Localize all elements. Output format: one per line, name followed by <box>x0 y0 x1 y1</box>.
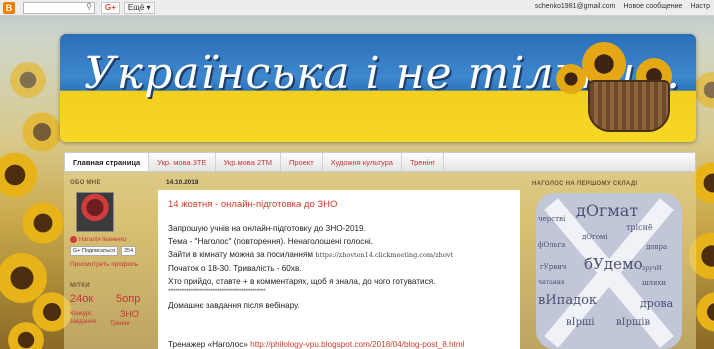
cloud-word: гУрвич <box>540 263 567 271</box>
cloud-word: вИпадок <box>538 293 598 308</box>
tab-project[interactable]: Проект <box>281 153 323 171</box>
tag-link[interactable]: Конкурс <box>70 311 92 317</box>
word-cloud-image: дОгмат черстві тріснё бУдемо фОльга гУрв… <box>536 193 682 349</box>
tab-training[interactable]: Тренінг <box>402 153 445 171</box>
post-line: Початок о 18-30. Тривалість - 60хв. <box>168 264 302 273</box>
tab-ukr-3te[interactable]: Укр. мова 3ТЕ <box>149 153 216 171</box>
cloud-word: дрова <box>640 297 674 310</box>
post-line: Домашнє завдання після вебінару. <box>168 301 300 310</box>
profile-icon <box>70 236 77 243</box>
divider-stars: ****************************************… <box>168 289 266 295</box>
post-line: Зайти в кімнату можна за посиланням http… <box>168 248 513 262</box>
settings-link[interactable]: Настр <box>690 3 710 10</box>
cloud-word: дОгмат <box>576 201 639 220</box>
follow-row: G+ Подписаться 254 <box>70 246 150 256</box>
cloud-word: черстві <box>538 215 566 223</box>
post-body: Запрошую учнів на онлайн-підготовку до З… <box>168 222 513 349</box>
left-sidebar: ОБО МНЕ Наталія Іваненко G+ Подписаться … <box>70 180 150 349</box>
cloud-word: зручИ <box>642 265 662 272</box>
meeting-link[interactable]: https://zhovten14.clickmeeting.com/zhovt <box>315 251 453 259</box>
cloud-word: вІршів <box>616 317 651 328</box>
tag-link[interactable]: завдання <box>70 319 96 325</box>
cloud-word: читання <box>538 279 565 286</box>
tag-link[interactable]: ЗНО <box>120 309 139 319</box>
cloud-word: тріснё <box>626 223 653 232</box>
post-date: 14.10.2018 <box>166 179 199 186</box>
follow-button[interactable]: G+ Подписаться <box>70 246 118 256</box>
blogger-navbar: B ⚲ G+ Ещё ▾ schenko1981@gmail.com Новое… <box>0 0 714 16</box>
search-input[interactable]: ⚲ <box>23 1 95 14</box>
blog-header: Українська і не тільки... <box>60 34 696 142</box>
avatar[interactable] <box>76 192 114 232</box>
cloud-word: шляхи <box>642 279 666 287</box>
tab-home[interactable]: Главная страница <box>65 153 150 171</box>
post-text: Зайти в кімнату можна за посиланням <box>168 250 314 259</box>
tag-link[interactable]: 5опр <box>116 293 140 305</box>
basket-image <box>588 80 670 132</box>
cloud-word: вІрші <box>566 317 595 328</box>
cloud-word: бУдемо <box>584 255 643 273</box>
post-line: Запрошую учнів на онлайн-підготовку до З… <box>168 224 366 233</box>
cloud-word: фОльга <box>538 241 566 249</box>
author-row: Наталія Іваненко <box>70 236 150 243</box>
post-line: Тренажер «Наголос» http://philology-vpu.… <box>168 338 513 349</box>
navbar-right: schenko1981@gmail.com Новое сообщение На… <box>535 3 710 10</box>
search-icon[interactable]: ⚲ <box>86 2 92 11</box>
tag-cloud: 24ок 5опр ЗНО Конкурс завдання Тренінг <box>70 293 150 349</box>
follower-count: 254 <box>120 246 137 256</box>
post-text: Тренажер «Наголос» <box>168 340 248 349</box>
author-name[interactable]: Наталія Іваненко <box>79 237 126 243</box>
blogger-logo-icon[interactable]: B <box>3 1 15 14</box>
cloud-word: довра <box>646 243 668 251</box>
about-heading: ОБО МНЕ <box>70 180 101 186</box>
account-email[interactable]: schenko1981@gmail.com <box>535 3 616 10</box>
word-cloud-heading: НАГОЛОС НА ПЕРШОМУ СКЛАДІ <box>532 181 638 187</box>
sunflower-icon <box>556 64 586 94</box>
view-profile-link[interactable]: Просмотреть профиль <box>70 261 150 269</box>
tab-ukr-2tm[interactable]: Укр.мова 2ТМ <box>216 153 281 171</box>
cloud-word: дОгомі <box>582 233 608 241</box>
page-tabs: Главная страница Укр. мова 3ТЕ Укр.мова … <box>64 152 696 172</box>
new-post-link[interactable]: Новое сообщение <box>624 3 683 10</box>
post-line: Хто прийдо, ставте + в комментарях, щоб … <box>168 277 436 286</box>
gplus-button[interactable]: G+ <box>101 1 120 14</box>
trainer-link[interactable]: http://philology-vpu.blogspot.com/2018/0… <box>250 340 464 349</box>
more-button[interactable]: Ещё ▾ <box>123 1 155 14</box>
tag-link[interactable]: 24ок <box>70 293 93 305</box>
post-line: Тема - "Наголос" (повторення). Ненаголош… <box>168 237 373 246</box>
post-card: 14 жовтня - онлайн-підготовка до ЗНО Зап… <box>158 190 520 349</box>
tags-heading: МІТКИ <box>70 283 90 289</box>
post-title[interactable]: 14 жовтня - онлайн-підготовка до ЗНО <box>168 199 337 210</box>
tag-link[interactable]: Тренінг <box>110 321 130 327</box>
tab-art-culture[interactable]: Художня культура <box>323 153 402 171</box>
